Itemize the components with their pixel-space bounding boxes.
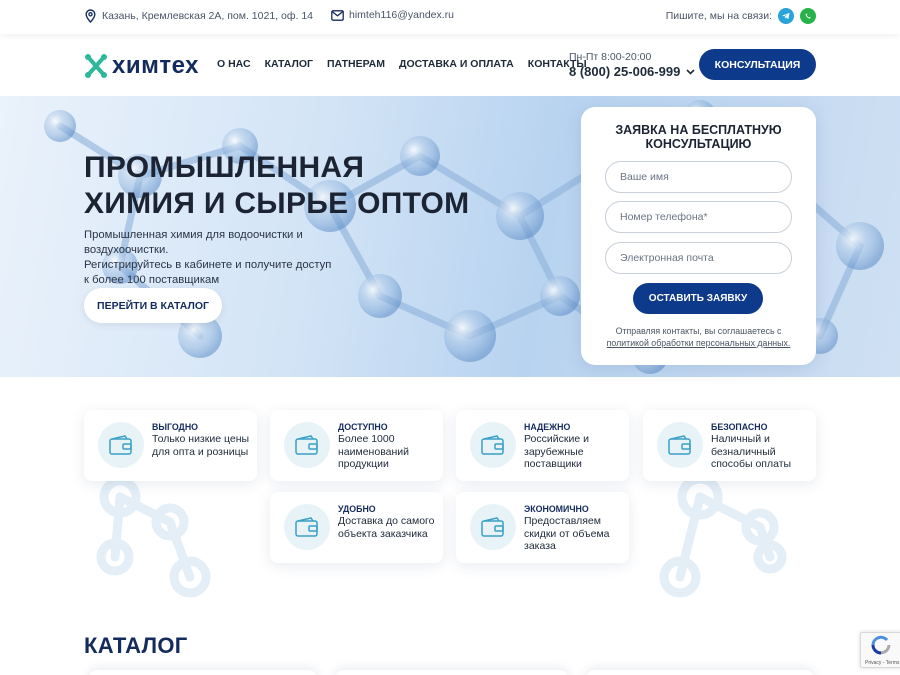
- catalog-card[interactable]: [334, 670, 569, 675]
- location-icon: [85, 9, 96, 23]
- hero-description: Промышленная химия для водоочистки и воз…: [84, 229, 332, 286]
- consent-text: Отправляя контакты, вы соглашаетесь с по…: [606, 326, 791, 348]
- feature-text: Предоставляем скидки от объема заказа: [524, 515, 610, 552]
- telegram-icon[interactable]: [778, 8, 794, 24]
- feature-title: НАДЕЖНО: [524, 422, 571, 432]
- feature-title: УДОБНО: [338, 504, 376, 514]
- feature-title: ДОСТУПНО: [338, 422, 388, 432]
- consultation-button[interactable]: КОНСУЛЬТАЦИЯ: [699, 49, 816, 80]
- privacy-policy-link[interactable]: политикой обработки персональных данных.: [607, 338, 791, 348]
- main-nav: О НАС КАТАЛОГ ПАТНЕРАМ ДОСТАВКА И ОПЛАТА…: [217, 58, 587, 70]
- catalog-heading: КАТАЛОГ: [84, 633, 188, 658]
- address: Казань, Кремлевская 2А, пом. 1021, оф. 1…: [84, 9, 313, 23]
- feature-title: ЭКОНОМИЧНО: [524, 504, 589, 514]
- recaptcha-label[interactable]: Privacy - Terms: [865, 660, 899, 666]
- feature-card: УДОБНО Доставка до самого объекта заказч…: [270, 492, 443, 563]
- header: химтех О НАС КАТАЛОГ ПАТНЕРАМ ДОСТАВКА И…: [0, 34, 900, 96]
- wallet-icon: [657, 422, 703, 468]
- chevron-down-icon[interactable]: [686, 68, 695, 75]
- feature-text: Доставка до самого объекта заказчика: [338, 515, 435, 540]
- hero-title: ПРОМЫШЛЕННАЯ ХИМИЯ И СЫРЬЕ ОПТОМ: [84, 151, 470, 220]
- feature-text: Только низкие цены для опта и розницы: [152, 433, 250, 458]
- wallet-icon: [284, 504, 330, 550]
- feature-card: ЭКОНОМИЧНО Предоставляем скидки от объем…: [456, 492, 629, 563]
- email-link[interactable]: himteh116@yandex.ru: [349, 9, 454, 21]
- wallet-icon: [284, 422, 330, 468]
- nav-partners[interactable]: ПАТНЕРАМ: [327, 58, 385, 70]
- top-bar: Казань, Кремлевская 2А, пом. 1021, оф. 1…: [0, 0, 900, 34]
- name-input[interactable]: [605, 161, 792, 193]
- feature-title: БЕЗОПАСНО: [711, 422, 768, 432]
- address-text: Казань, Кремлевская 2А, пом. 1021, оф. 1…: [102, 10, 313, 22]
- logo[interactable]: химтех: [84, 52, 199, 80]
- messenger-contacts: Пишите, мы на связи:: [666, 8, 816, 24]
- logo-text: химтех: [112, 52, 199, 79]
- mail-icon: [331, 9, 344, 21]
- catalog-card[interactable]: [88, 670, 318, 675]
- phone-input[interactable]: [605, 201, 792, 233]
- wallet-icon: [98, 422, 144, 468]
- feature-card: НАДЕЖНО Российские и зарубежные поставщи…: [456, 410, 629, 481]
- phone-dropdown[interactable]: 8 (800) 25-006-999: [569, 64, 695, 79]
- logo-icon: [85, 54, 107, 78]
- email-input[interactable]: [605, 242, 792, 274]
- working-hours: Пн-Пт 8:00-20:00: [569, 51, 652, 63]
- feature-text: Российские и зарубежные поставщики: [524, 433, 589, 470]
- feature-card: ВЫГОДНО Только низкие цены для опта и ро…: [84, 410, 257, 481]
- phone-block: Пн-Пт 8:00-20:00 8 (800) 25-006-999: [569, 51, 695, 79]
- wallet-icon: [470, 422, 516, 468]
- feature-title: ВЫГОДНО: [152, 422, 199, 432]
- feature-card: ДОСТУПНО Более 1000 наименований продукц…: [270, 410, 443, 481]
- consultation-form: ЗАЯВКА НА БЕСПЛАТНУЮ КОНСУЛЬТАЦИЮ ОСТАВИ…: [581, 107, 816, 365]
- feature-text: Наличный и безналичный способы оплаты: [711, 433, 792, 470]
- recaptcha-icon: [871, 635, 891, 655]
- nav-delivery[interactable]: ДОСТАВКА И ОПЛАТА: [399, 58, 514, 70]
- form-title: ЗАЯВКА НА БЕСПЛАТНУЮ КОНСУЛЬТАЦИЮ: [615, 123, 782, 151]
- whatsapp-icon[interactable]: [800, 8, 816, 24]
- submit-request-button[interactable]: ОСТАВИТЬ ЗАЯВКУ: [633, 283, 763, 314]
- email[interactable]: himteh116@yandex.ru: [331, 9, 454, 21]
- wallet-icon: [470, 504, 516, 550]
- recaptcha-badge[interactable]: Privacy - Terms: [860, 632, 900, 668]
- nav-about[interactable]: О НАС: [217, 58, 251, 70]
- catalog-card[interactable]: [585, 670, 815, 675]
- go-to-catalog-button[interactable]: ПЕРЕЙТИ В КАТАЛОГ: [84, 288, 222, 323]
- phone-number[interactable]: 8 (800) 25-006-999: [569, 64, 680, 79]
- nav-catalog[interactable]: КАТАЛОГ: [265, 58, 313, 70]
- feature-text: Более 1000 наименований продукции: [338, 433, 410, 470]
- contact-text: Пишите, мы на связи:: [665, 10, 772, 22]
- feature-card: БЕЗОПАСНО Наличный и безналичный способы…: [643, 410, 816, 481]
